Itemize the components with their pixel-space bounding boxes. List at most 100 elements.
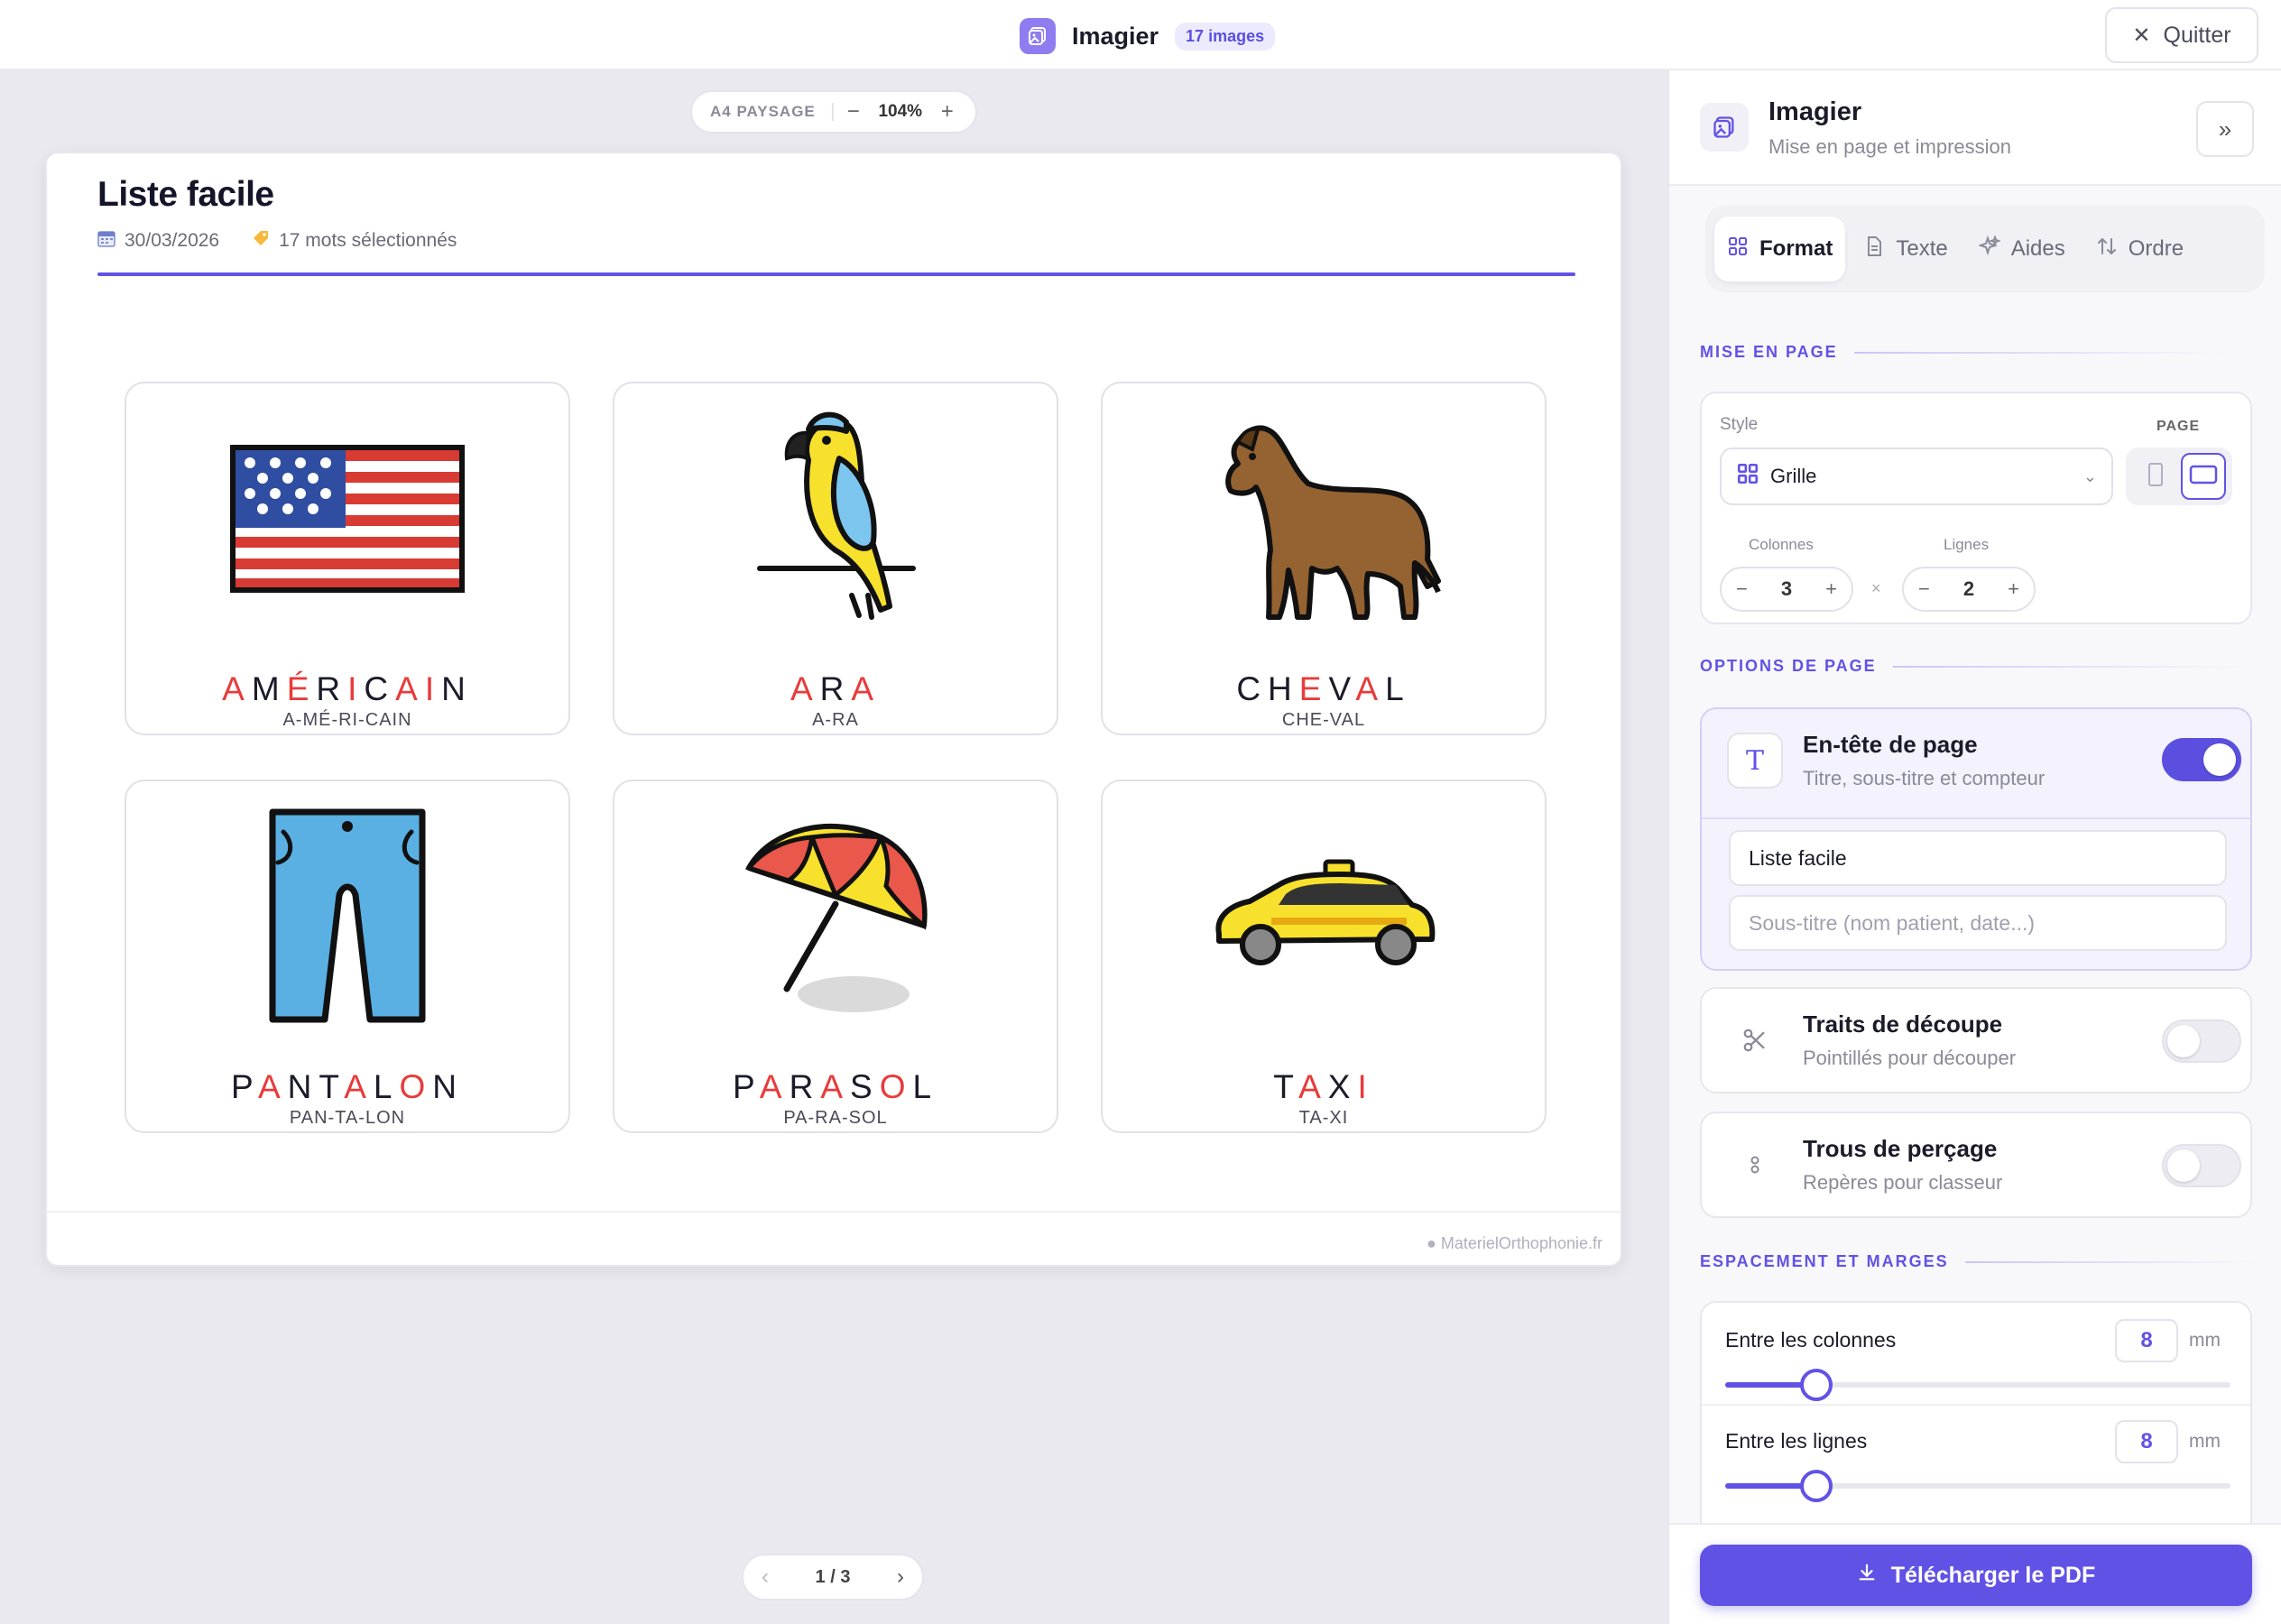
panel-tabs: Format Texte Aides Ordre bbox=[1705, 206, 2265, 292]
punch-holes-option-card: Trous de perçage Repères pour classeur bbox=[1700, 1112, 2252, 1218]
card-letter: C bbox=[364, 670, 396, 707]
card-syllables: PA-RA-SOL bbox=[783, 1108, 888, 1128]
pagination: ‹ 1 / 3 › bbox=[742, 1554, 924, 1601]
word-card[interactable]: AMÉRICAIN A-MÉ-RI-CAIN bbox=[125, 382, 570, 735]
page-orientation-label: PAGE bbox=[2156, 419, 2201, 434]
zoom-in-button[interactable]: + bbox=[928, 99, 967, 125]
decrement-button[interactable]: − bbox=[1918, 577, 1930, 601]
tab-aides[interactable]: Aides bbox=[1966, 217, 2078, 281]
card-letter: A bbox=[344, 1068, 374, 1105]
rows-stepper[interactable]: − 2 + bbox=[1902, 567, 2036, 612]
calendar-icon bbox=[97, 229, 115, 253]
header-subtitle-input[interactable]: Sous-titre (nom patient, date...) bbox=[1729, 895, 2227, 951]
card-letter: L bbox=[912, 1068, 939, 1105]
column-gap-unit: mm bbox=[2189, 1330, 2221, 1351]
zoom-toolbar: A4 PAYSAGE − 104% + bbox=[690, 90, 977, 134]
rows-value: 2 bbox=[1962, 577, 1975, 600]
header-option-title: En-tête de page bbox=[1803, 731, 1978, 758]
header-option-card: T En-tête de page Titre, sous-titre et c… bbox=[1700, 707, 2252, 971]
next-page-button[interactable]: › bbox=[897, 1564, 904, 1590]
panel-subtitle: Mise en page et impression bbox=[1768, 135, 2012, 158]
paper-format-label[interactable]: A4 PAYSAGE bbox=[692, 103, 834, 121]
punch-holes-subtitle: Repères pour classeur bbox=[1803, 1171, 2003, 1194]
tab-label: Aides bbox=[2010, 236, 2065, 261]
trousers-icon bbox=[126, 799, 568, 1034]
increment-button[interactable]: + bbox=[2008, 577, 2019, 601]
footer-divider bbox=[47, 1211, 1621, 1213]
header-toggle[interactable] bbox=[2162, 738, 2241, 781]
card-letter: N bbox=[432, 1068, 464, 1105]
text-icon: T bbox=[1727, 733, 1783, 789]
card-syllables: CHE-VAL bbox=[1281, 710, 1366, 730]
punch-holes-toggle[interactable] bbox=[2162, 1144, 2241, 1187]
header-option-subtitle: Titre, sous-titre et compteur bbox=[1803, 767, 2046, 789]
word-card[interactable]: PANTALON PAN-TA-LON bbox=[125, 780, 570, 1133]
card-letter: R bbox=[819, 670, 852, 707]
landscape-icon bbox=[2189, 465, 2218, 489]
style-label: Style bbox=[1720, 415, 1759, 434]
card-letter: T bbox=[319, 1068, 345, 1105]
word-card[interactable]: PARASOL PA-RA-SOL bbox=[613, 780, 1058, 1133]
cut-lines-option-card: Traits de découpe Pointillés pour découp… bbox=[1700, 987, 2252, 1093]
card-letter: S bbox=[850, 1068, 880, 1105]
row-gap-thumb[interactable] bbox=[1799, 1470, 1833, 1502]
tab-format[interactable]: Format bbox=[1714, 217, 1846, 281]
panel-header: Imagier Mise en page et impression » bbox=[1669, 70, 2281, 186]
app-title-group: Imagier 17 images bbox=[1020, 18, 1276, 54]
page-date: 30/03/2026 bbox=[125, 230, 220, 251]
card-letter: M bbox=[251, 670, 287, 707]
increment-button[interactable]: + bbox=[1825, 577, 1837, 601]
cut-lines-subtitle: Pointillés pour découper bbox=[1803, 1047, 2017, 1069]
word-card[interactable]: ARA A-RA bbox=[613, 382, 1058, 735]
style-select[interactable]: Grille ⌄ bbox=[1720, 448, 2113, 505]
cut-lines-toggle[interactable] bbox=[2162, 1020, 2241, 1063]
selected-count: 17 mots sélectionnés bbox=[279, 230, 457, 251]
tab-ordre[interactable]: Ordre bbox=[2083, 217, 2196, 281]
columns-stepper[interactable]: − 3 + bbox=[1720, 567, 1853, 612]
word-card[interactable]: CHEVAL CHE-VAL bbox=[1101, 382, 1547, 735]
horse-icon bbox=[1103, 401, 1545, 636]
card-letter: N bbox=[287, 1068, 319, 1105]
card-letter: R bbox=[316, 670, 348, 707]
row-gap-slider[interactable] bbox=[1725, 1470, 2230, 1502]
title-divider bbox=[97, 272, 1575, 276]
parrot-icon bbox=[614, 401, 1057, 636]
tab-label: Format bbox=[1759, 236, 1833, 261]
page-indicator: 1 / 3 bbox=[815, 1566, 851, 1587]
grid-icon bbox=[1736, 462, 1759, 491]
column-gap-input[interactable]: 8 bbox=[2115, 1319, 2178, 1362]
taxi-icon bbox=[1103, 799, 1545, 1034]
page-footer: ● MaterielOrthophonie.fr bbox=[1427, 1234, 1602, 1252]
collapse-panel-button[interactable]: » bbox=[2196, 101, 2254, 157]
punch-holes-icon bbox=[1727, 1137, 1783, 1193]
header-title-input[interactable]: Liste facile bbox=[1729, 830, 2227, 886]
card-letter: I bbox=[347, 670, 365, 707]
card-letter: L bbox=[1385, 670, 1411, 707]
style-value: Grille bbox=[1770, 465, 1817, 487]
card-word: PARASOL bbox=[614, 1068, 1057, 1106]
column-gap-thumb[interactable] bbox=[1799, 1369, 1833, 1401]
row-gap-input[interactable]: 8 bbox=[2115, 1420, 2178, 1463]
landscape-button[interactable] bbox=[2180, 453, 2226, 500]
card-word: ARA bbox=[614, 670, 1057, 708]
previous-page-button[interactable]: ‹ bbox=[762, 1564, 769, 1590]
card-letter: A bbox=[1355, 670, 1386, 707]
section-layout-heading: MISE EN PAGE bbox=[1700, 343, 2233, 362]
word-card[interactable]: TAXI TA-XI bbox=[1101, 780, 1547, 1133]
times-sign: × bbox=[1871, 579, 1881, 597]
column-gap-slider[interactable] bbox=[1725, 1369, 2230, 1401]
card-letter: A bbox=[820, 1068, 850, 1105]
image-count-badge: 17 images bbox=[1175, 22, 1276, 51]
image-gallery-icon bbox=[1020, 18, 1056, 54]
zoom-out-button[interactable]: − bbox=[834, 99, 873, 125]
decrement-button[interactable]: − bbox=[1736, 577, 1748, 601]
download-pdf-button[interactable]: Télécharger le PDF bbox=[1700, 1545, 2252, 1606]
card-syllables: A-RA bbox=[812, 710, 859, 730]
card-letter: X bbox=[1327, 1068, 1358, 1105]
cut-lines-title: Traits de découpe bbox=[1803, 1010, 2003, 1038]
portrait-button[interactable] bbox=[2133, 453, 2178, 500]
quit-button[interactable]: ✕ Quitter bbox=[2105, 7, 2258, 63]
tab-label: Texte bbox=[1896, 236, 1948, 261]
chevron-down-icon: ⌄ bbox=[2082, 466, 2097, 485]
tab-texte[interactable]: Texte bbox=[1851, 217, 1960, 281]
